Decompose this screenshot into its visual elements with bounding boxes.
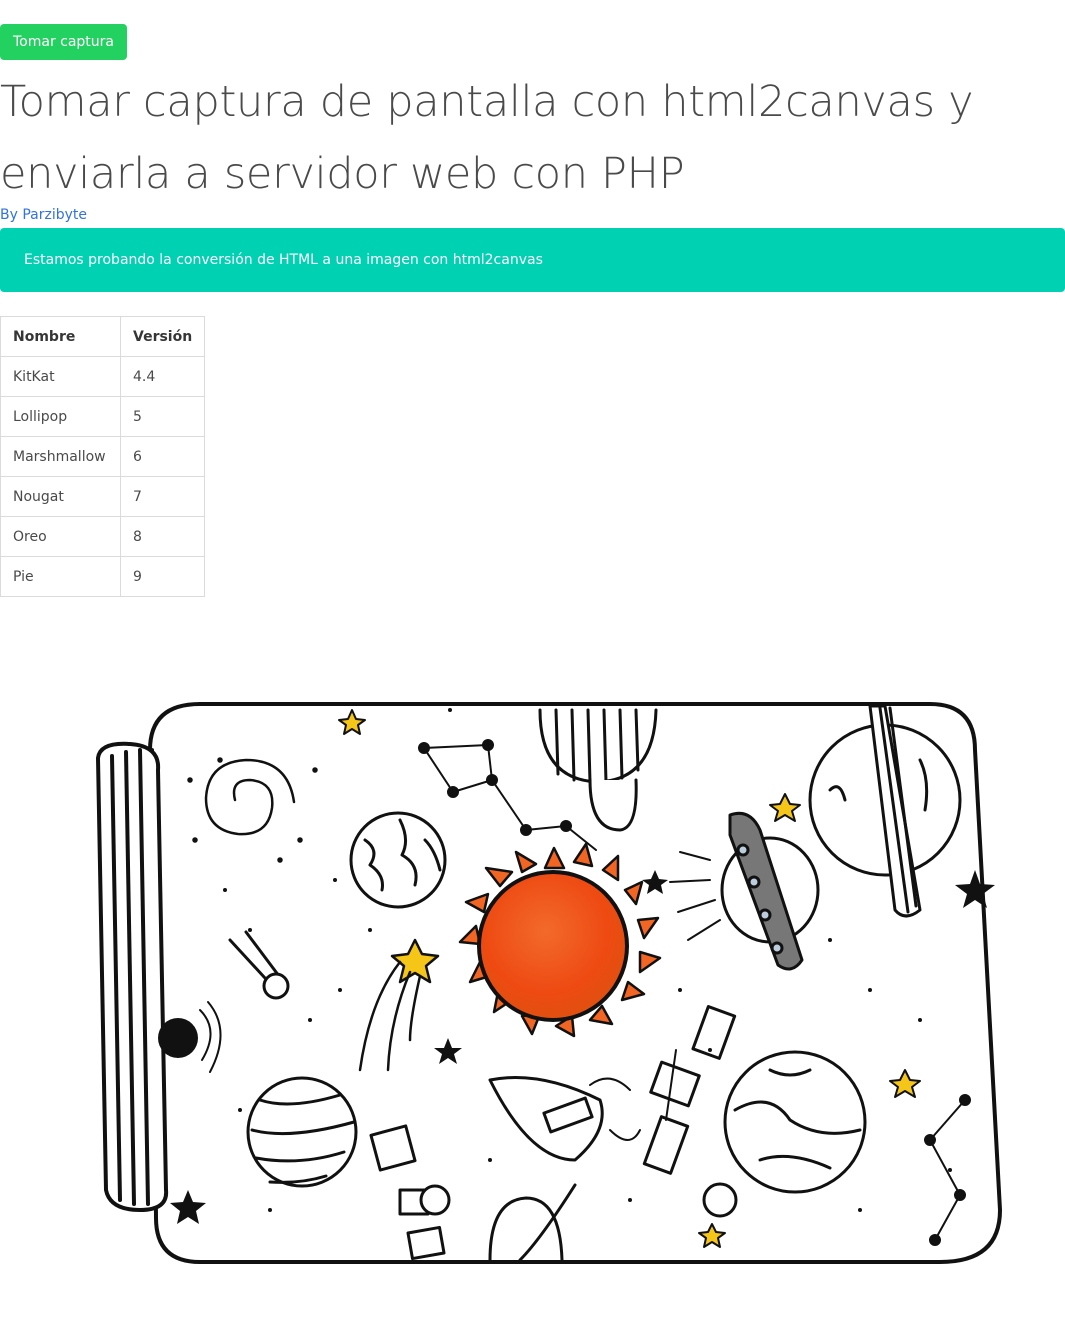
tomar-captura-button[interactable]: Tomar captura bbox=[0, 24, 127, 60]
table-cell-nombre: Lollipop bbox=[0, 396, 121, 437]
notification-banner: Estamos probando la conversión de HTML a… bbox=[0, 228, 1065, 292]
author-link[interactable]: By Parzibyte bbox=[0, 207, 87, 223]
cracked-planet-icon bbox=[349, 811, 447, 909]
table-cell-version: 4.4 bbox=[119, 356, 206, 397]
table-cell-version: 5 bbox=[119, 396, 206, 437]
page-title: Tomar captura de pantalla con html2canva… bbox=[0, 77, 974, 199]
table-cell-version: 6 bbox=[119, 436, 206, 477]
table-cell-version: 9 bbox=[119, 556, 206, 597]
table-cell-version: 8 bbox=[119, 516, 206, 557]
jar-lid bbox=[96, 741, 169, 1212]
column-header-nombre: Nombre bbox=[0, 316, 121, 357]
table-cell-nombre: KitKat bbox=[0, 356, 121, 397]
table-row: Oreo 8 bbox=[0, 516, 206, 557]
table-cell-nombre: Marshmallow bbox=[0, 436, 121, 477]
notification-text: Estamos probando la conversión de HTML a… bbox=[24, 252, 543, 268]
table-cell-nombre: Oreo bbox=[0, 516, 121, 557]
swirl-planet-icon bbox=[246, 1076, 358, 1188]
column-header-version: Versión bbox=[119, 316, 206, 357]
table-row: Nougat 7 bbox=[0, 476, 206, 517]
table-row: Marshmallow 6 bbox=[0, 436, 206, 477]
table-cell-nombre: Nougat bbox=[0, 476, 121, 517]
android-versions-table: Nombre Versión KitKat 4.4 Lollipop 5 Mar… bbox=[0, 316, 206, 597]
table-cell-nombre: Pie bbox=[0, 556, 121, 597]
table-row: Lollipop 5 bbox=[0, 396, 206, 437]
table-cell-version: 7 bbox=[119, 476, 206, 517]
space-jar-illustration bbox=[96, 702, 1002, 1264]
table-row: KitKat 4.4 bbox=[0, 356, 206, 397]
globe-planet-icon bbox=[723, 1050, 867, 1194]
table-header-row: Nombre Versión bbox=[0, 316, 206, 357]
table-row: Pie 9 bbox=[0, 556, 206, 597]
